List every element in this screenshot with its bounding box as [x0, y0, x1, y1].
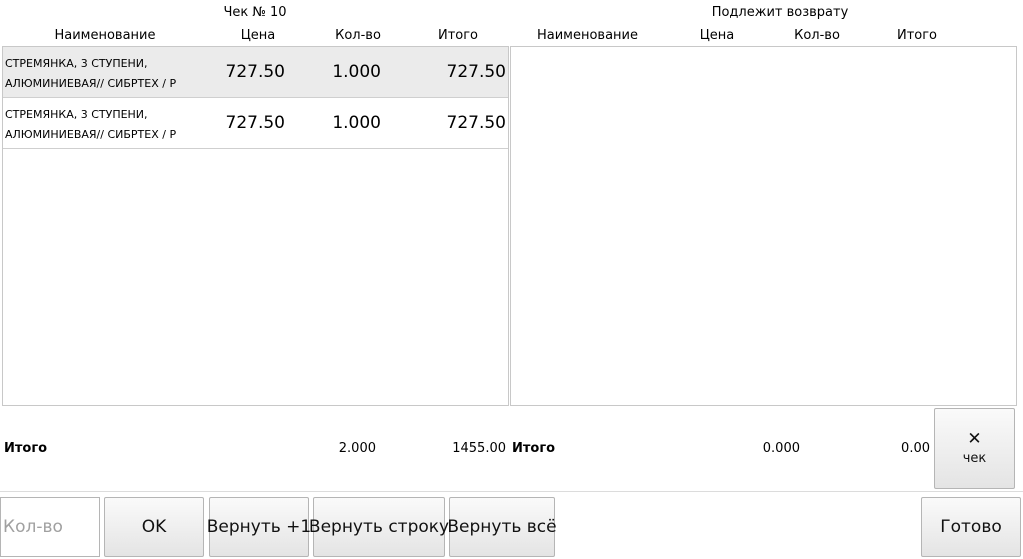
receipt-row[interactable]: СТРЕМЯНКА, 3 СТУПЕНИ, АЛЮМИНИЕВАЯ// СИБР…	[3, 47, 508, 98]
return-all-button[interactable]: Вернуть всё	[447, 497, 557, 557]
returns-header-total: Итого	[896, 28, 938, 43]
item-total: 727.50	[446, 62, 506, 82]
receipt-header-qty: Кол-во	[335, 28, 381, 43]
returns-header-price: Цена	[699, 28, 735, 43]
receipt-row[interactable]: СТРЕМЯНКА, 3 СТУПЕНИ, АЛЮМИНИЕВАЯ// СИБР…	[3, 98, 508, 149]
return-one-button[interactable]: Вернуть +1	[207, 497, 311, 557]
receipt-header-total: Итого	[437, 28, 479, 43]
receipt-total-label: Итого	[4, 441, 48, 456]
receipt-header-price: Цена	[240, 28, 276, 43]
done-button[interactable]: Готово	[921, 497, 1021, 557]
item-total: 727.50	[446, 113, 506, 133]
returns-header-name: Наименование	[536, 28, 639, 43]
receipt-items-list[interactable]: СТРЕМЯНКА, 3 СТУПЕНИ, АЛЮМИНИЕВАЯ// СИБР…	[2, 46, 509, 406]
close-icon: ✕	[967, 429, 982, 449]
quantity-input[interactable]	[0, 497, 100, 557]
return-line-button[interactable]: Вернуть строку	[309, 497, 449, 557]
receipt-header-name: Наименование	[54, 28, 156, 43]
footer-divider	[0, 491, 1023, 492]
returns-total-qty: 0.000	[762, 441, 800, 456]
item-price: 727.50	[225, 62, 285, 82]
item-qty: 1.000	[332, 113, 381, 133]
returns-title: Подлежит возврату	[711, 5, 849, 20]
receipt-title: Чек № 10	[223, 5, 287, 20]
item-name: СТРЕМЯНКА, 3 СТУПЕНИ, АЛЮМИНИЕВАЯ// СИБР…	[5, 57, 177, 90]
close-receipt-label: чек	[962, 451, 987, 466]
receipt-total-amount: 1455.00	[452, 441, 506, 456]
ok-button[interactable]: OK	[104, 497, 204, 557]
returns-items-list[interactable]	[510, 46, 1017, 406]
returns-header-qty: Кол-во	[794, 28, 840, 43]
close-receipt-button[interactable]: ✕ чек	[934, 408, 1015, 489]
item-price: 727.50	[225, 113, 285, 133]
returns-total-amount: 0.00	[901, 441, 930, 456]
receipt-total-qty: 2.000	[338, 441, 376, 456]
returns-total-label: Итого	[512, 441, 556, 456]
item-name: СТРЕМЯНКА, 3 СТУПЕНИ, АЛЮМИНИЕВАЯ// СИБР…	[5, 108, 177, 141]
item-qty: 1.000	[332, 62, 381, 82]
